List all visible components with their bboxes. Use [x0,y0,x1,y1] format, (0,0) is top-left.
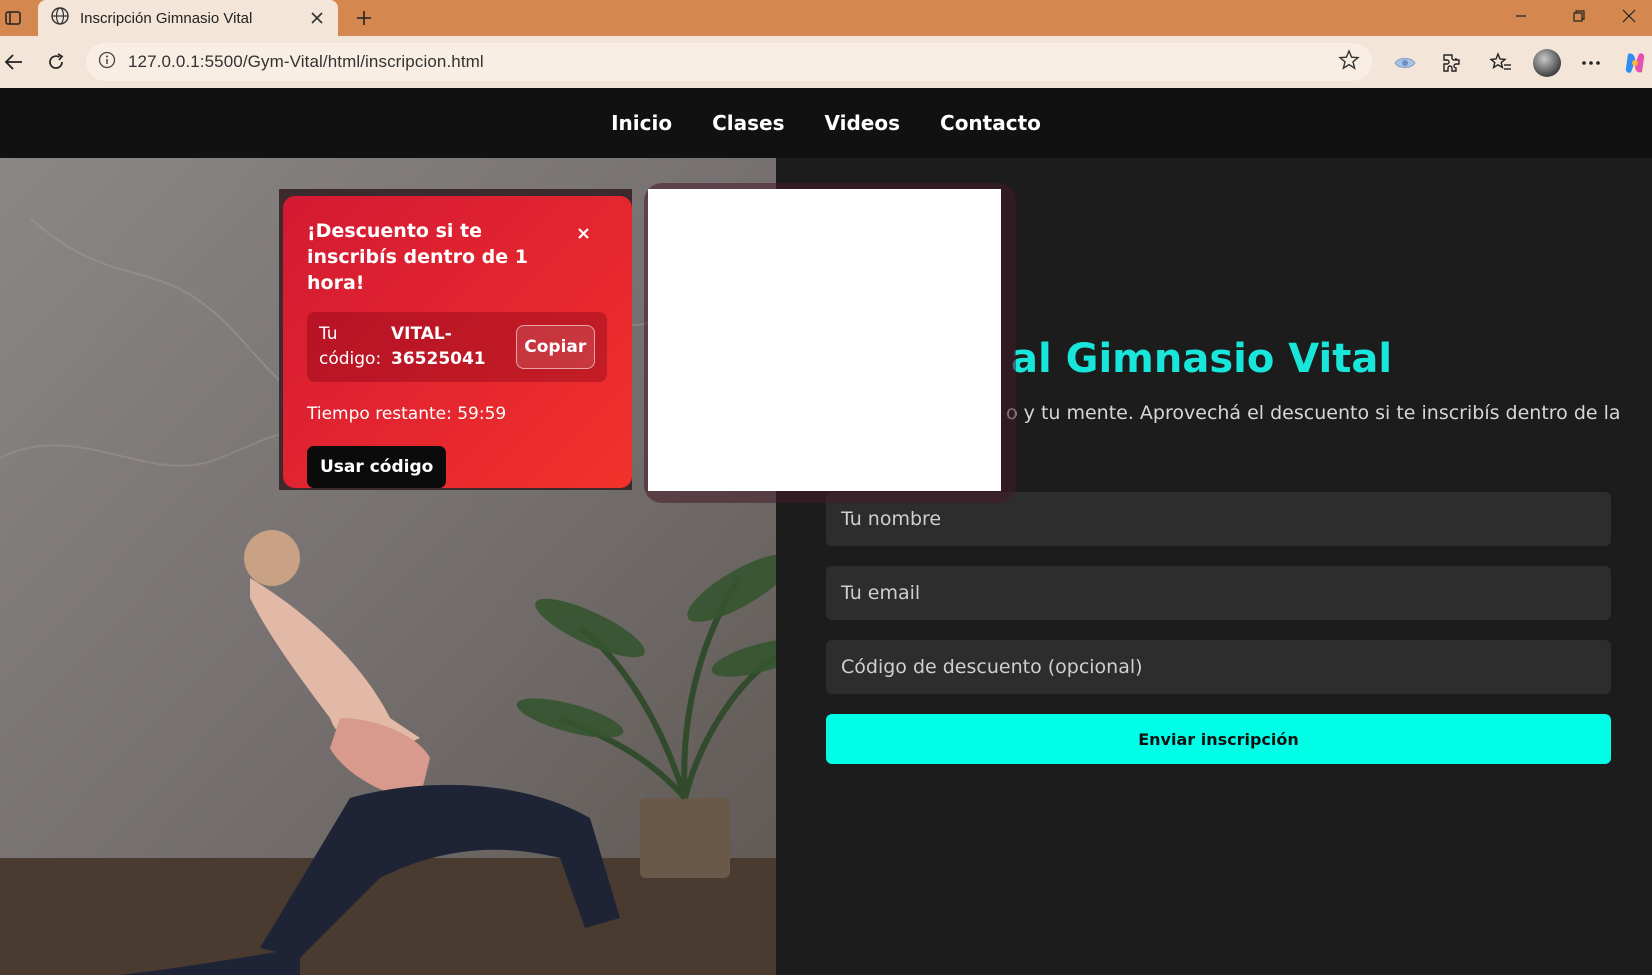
close-icon[interactable] [574,224,592,242]
nav-link-contacto[interactable]: Contacto [940,111,1041,135]
favorites-icon[interactable] [1486,48,1516,78]
restore-icon[interactable] [1556,0,1602,32]
address-bar[interactable]: 127.0.0.1:5500/Gym-Vital/html/inscripcio… [86,43,1372,81]
window-close-icon[interactable] [1606,0,1652,32]
browser-tab[interactable]: Inscripción Gimnasio Vital [38,0,338,36]
copy-code-button[interactable]: Copiar [515,325,595,369]
url-text: 127.0.0.1:5500/Gym-Vital/html/inscripcio… [128,52,484,71]
submit-signup-button[interactable]: Enviar inscripción [826,714,1611,764]
discount-popup: ¡Descuento si te inscribís dentro de 1 h… [283,196,632,488]
globe-icon [50,6,70,31]
site-navigation: Inicio Clases Videos Contacto [0,88,1652,158]
page-heading: al Gimnasio Vital [1011,336,1393,382]
copilot-icon[interactable] [1620,48,1650,78]
tab-title: Inscripción Gimnasio Vital [80,9,253,27]
code-label: Tu código: [319,324,382,369]
browser-tab-bar: Inscripción Gimnasio Vital [0,0,1652,36]
use-code-button[interactable]: Usar código [307,446,447,488]
close-icon[interactable] [308,9,326,27]
nav-link-clases[interactable]: Clases [712,111,784,135]
email-input[interactable] [826,566,1611,620]
blank-overlay-panel [648,189,1001,491]
nav-link-videos[interactable]: Videos [825,111,901,135]
favorite-star-icon[interactable] [1338,48,1360,76]
discount-code-input[interactable] [826,640,1611,694]
profile-avatar[interactable] [1532,48,1562,78]
eye-icon[interactable] [1390,48,1420,78]
popup-title: ¡Descuento si te inscribís dentro de 1 h… [307,220,528,294]
reload-icon[interactable] [42,48,70,76]
page-subtitle: o y tu mente. Aprovechá el descuento si … [1006,402,1621,424]
address-toolbar: 127.0.0.1:5500/Gym-Vital/html/inscripcio… [0,36,1652,88]
extensions-icon[interactable] [1436,48,1466,78]
discount-code-box: Tu código: VITAL-36525041 Copiar [307,312,607,382]
more-options-icon[interactable] [1576,48,1606,78]
new-tab-plus-icon[interactable] [350,4,378,32]
countdown-timer: Tiempo restante: 59:59 [307,404,507,424]
minimize-icon[interactable] [1498,0,1544,32]
back-arrow-icon[interactable] [0,48,28,76]
code-value: VITAL-36525041 [391,324,486,369]
nav-link-inicio[interactable]: Inicio [611,111,672,135]
info-icon[interactable] [98,51,116,74]
sidebar-toggle-icon[interactable] [0,4,26,32]
